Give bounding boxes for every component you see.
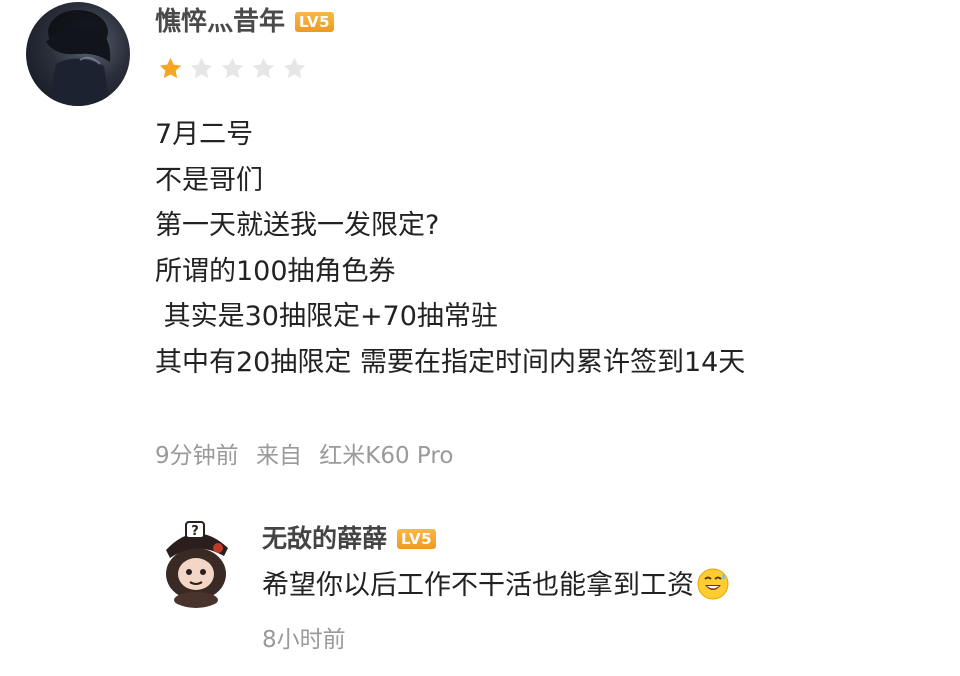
star-empty-icon [190, 57, 213, 79]
reply-level-badge: LV5 [397, 529, 437, 549]
username-text[interactable]: 憔悴灬昔年 [155, 7, 285, 37]
reply-username-text[interactable]: 无敌的薛薛 [262, 524, 387, 553]
star-filled-icon [159, 57, 182, 79]
star-empty-icon [283, 57, 306, 79]
review-body: 7月二号 不是哥们 第一天就送我一发限定? 所谓的100抽角色券 其实是30抽限… [155, 112, 745, 385]
review-source-label: 来自 [255, 443, 302, 469]
reply-time: 8小时前 [262, 627, 346, 653]
review-line: 所谓的100抽角色券 [155, 255, 396, 287]
reply-username[interactable]: 无敌的薛薛 LV5 [262, 522, 437, 556]
reply-avatar[interactable]: ? [150, 516, 242, 608]
rating-stars [157, 55, 308, 82]
svg-text:?: ? [191, 524, 199, 539]
review-device: 红米K60 Pro [319, 443, 454, 469]
review-line: 第一天就送我一发限定? [155, 210, 440, 241]
reply-text: 希望你以后工作不干活也能拿到工资 [262, 567, 730, 605]
review-card: 憔悴灬昔年 LV5 7月二号 不是哥们 第一天就送我一发限定? 所谓的100抽角色… [0, 0, 960, 676]
review-username[interactable]: 憔悴灬昔年 LV5 [155, 4, 335, 40]
level-badge: LV5 [295, 12, 335, 32]
review-time: 9分钟前 [155, 443, 239, 469]
review-line: 其实是30抽限定+70抽常驻 [155, 301, 498, 332]
review-line: 其中有20抽限定 需要在指定时间内累许签到14天 [155, 346, 746, 378]
reply-text-content: 希望你以后工作不干活也能拿到工资 [262, 570, 694, 601]
star-empty-icon [221, 57, 244, 79]
review-line: 7月二号 [155, 119, 254, 150]
reply-item: ? 无敌的薛薛 LV5 希望你以后工作不干活也能拿到工资 8小时前 [0, 510, 960, 670]
grinning-sweat-emoji-icon [697, 568, 729, 600]
review-line: 不是哥们 [155, 164, 263, 196]
avatar-image [46, 10, 111, 106]
review-meta: 9分钟前 来自 红米K60 Pro [155, 436, 453, 470]
star-empty-icon [252, 57, 275, 79]
avatar[interactable] [26, 2, 130, 106]
reply-avatar-image: ? [166, 521, 228, 608]
